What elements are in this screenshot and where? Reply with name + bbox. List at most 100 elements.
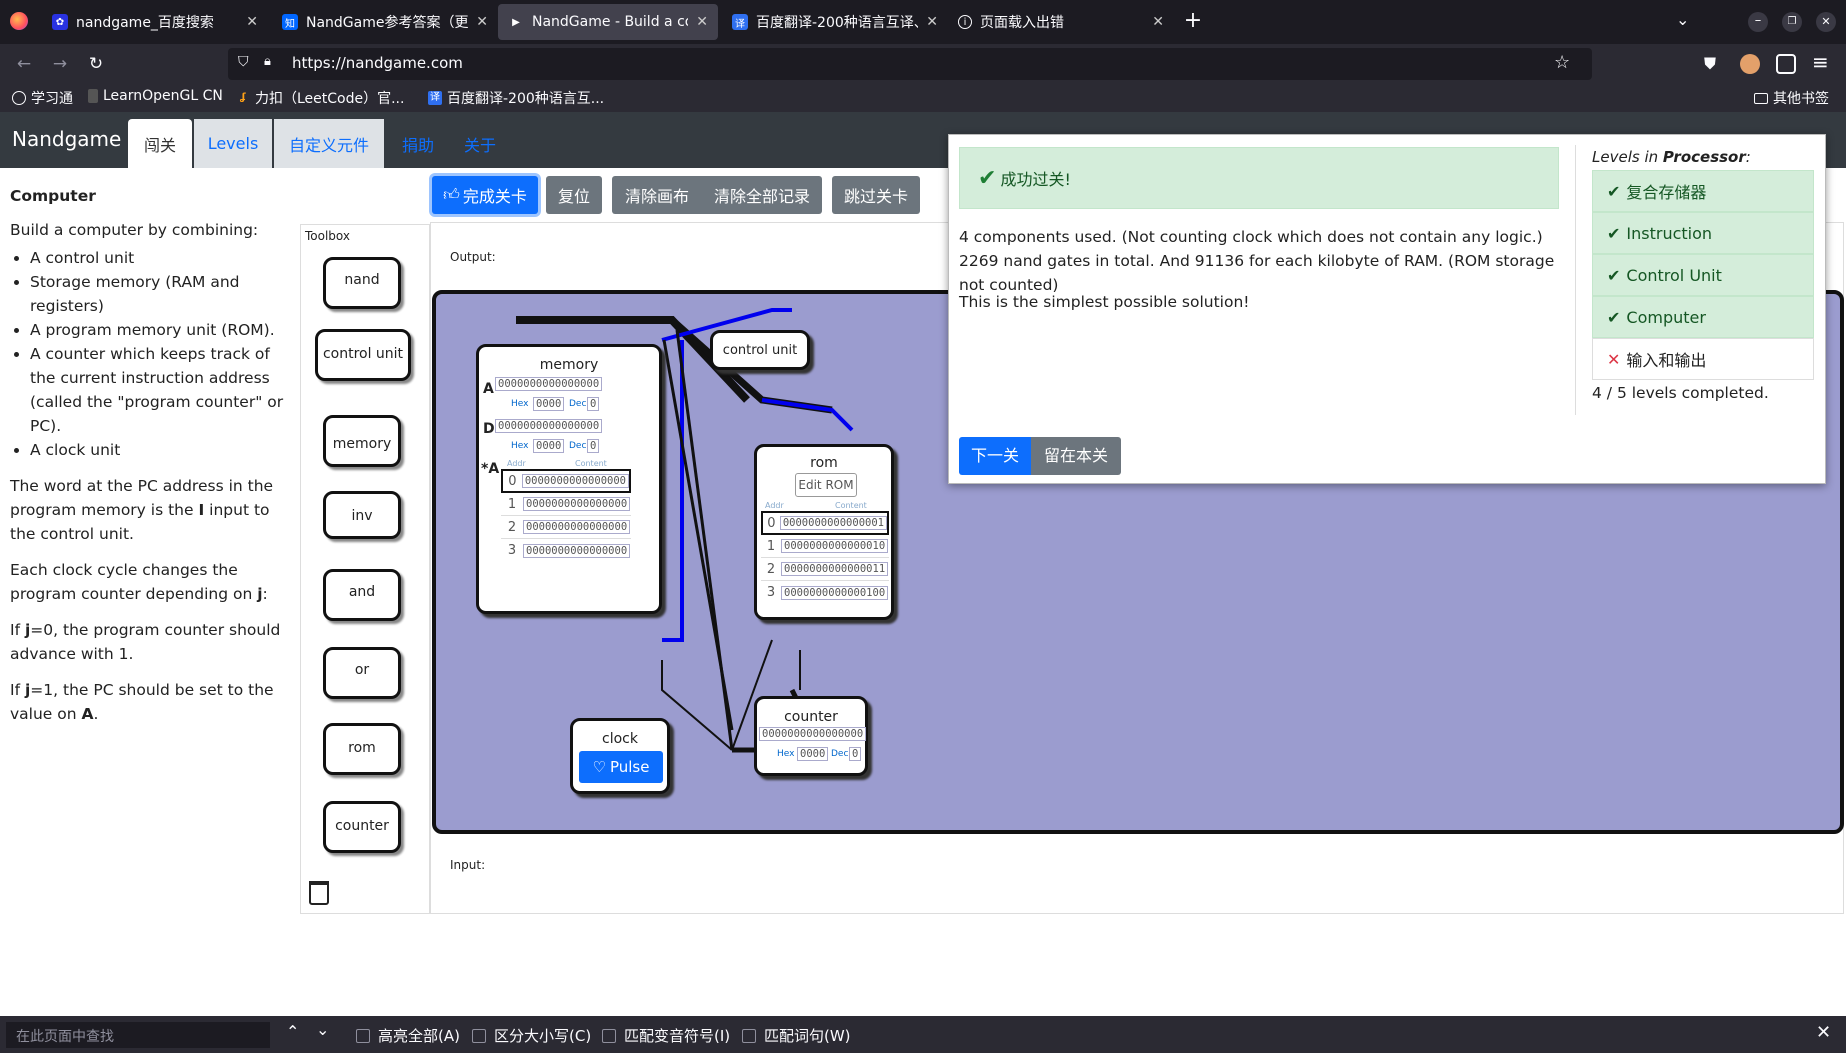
menu-icon[interactable]: ≡ [1812, 50, 1829, 74]
account-icon[interactable] [1740, 54, 1760, 74]
level-description: Computer Build a computer by combining: … [10, 184, 290, 738]
pocket-icon[interactable]: ⛊ [1704, 54, 1724, 74]
clock-component[interactable]: clock ♡ Pulse [570, 718, 670, 794]
minimize-icon[interactable]: – [1748, 12, 1768, 32]
ram-label: *A [481, 461, 500, 477]
bookmark-item[interactable]: LearnOpenGL CN [88, 88, 223, 104]
level-item[interactable]: ✕ 输入和输出 [1592, 338, 1814, 380]
toolbox-inv[interactable]: inv [323, 491, 401, 539]
close-icon[interactable]: ✕ [246, 14, 258, 30]
intro-text: Build a computer by combining: [10, 221, 259, 239]
counter-component[interactable]: counter 0000000000000000 Hex 0000 Dec 0 [754, 696, 868, 776]
stay-level-button[interactable]: 留在本关 [1031, 437, 1121, 475]
edit-rom-button[interactable]: Edit ROM [795, 473, 857, 497]
close-icon[interactable]: ✕ [696, 14, 708, 30]
url-text[interactable]: https://nandgame.com [292, 54, 463, 72]
highlight-all-checkbox[interactable]: 高亮全部(A) [356, 1025, 460, 1046]
find-input[interactable]: 在此页面中查找 [6, 1022, 270, 1048]
star-icon[interactable]: ☆ [1554, 52, 1570, 73]
bookmark-item[interactable]: ʆ 力扣（LeetCode）官... [236, 88, 404, 108]
firefox-icon[interactable] [10, 12, 28, 30]
new-tab-icon[interactable]: + [1180, 8, 1206, 34]
close-icon[interactable]: ✕ [1152, 14, 1164, 30]
pulse-button[interactable]: ♡ Pulse [579, 751, 663, 783]
paragraph: The word at the PC address in the progra… [10, 474, 290, 546]
memory-component[interactable]: memory A 0000000000000000 Hex 0000 Dec 0… [476, 344, 662, 614]
bookmark-item[interactable]: 译百度翻译-200种语言互... [428, 88, 604, 108]
toolbox-or[interactable]: or [323, 647, 401, 699]
skip-level-button[interactable]: 跳过关卡 [832, 176, 920, 214]
clear-all-button[interactable]: 清除全部记录 [702, 176, 822, 214]
toolbox-rom[interactable]: rom [323, 723, 401, 775]
hex-value: 0000 [533, 439, 565, 453]
bookmark-item[interactable]: 学习通 [12, 88, 73, 108]
chevron-down-icon[interactable]: ⌄ [1676, 10, 1689, 29]
find-previous-icon[interactable]: ⌃ [286, 1022, 299, 1041]
checkbox-label: 高亮全部(A) [378, 1027, 460, 1045]
close-findbar-icon[interactable]: ✕ [1816, 1022, 1831, 1043]
back-icon[interactable]: ← [12, 52, 36, 76]
whole-words-checkbox[interactable]: 匹配词句(W) [742, 1025, 851, 1046]
forward-icon[interactable]: → [48, 52, 72, 76]
reload-icon[interactable]: ↻ [84, 52, 108, 76]
level-item[interactable]: ✔ Computer [1592, 296, 1814, 338]
level-item[interactable]: ✔ Instruction [1592, 212, 1814, 254]
tab-3[interactable]: ▶ NandGame - Build a comp ✕ [498, 4, 718, 40]
next-level-button[interactable]: 下一关 [959, 437, 1031, 475]
tab-1[interactable]: ✿ nandgame_百度搜索 ✕ [42, 4, 268, 40]
level-item[interactable]: ✔ 复合存储器 [1592, 170, 1814, 212]
heart-icon: ♡ [592, 758, 606, 776]
nav-tab-custom-components[interactable]: 自定义元件 [274, 119, 384, 168]
checkbox-icon [472, 1029, 486, 1043]
toolbox-nand[interactable]: nand [323, 257, 401, 309]
url-bar[interactable]: ⛉ 🔒︎ https://nandgame.com ☆ [228, 48, 1592, 80]
text: =1, the PC should be set to the value on [10, 681, 274, 723]
row-addr: 2 [507, 519, 517, 535]
toolbox-and[interactable]: and [323, 569, 401, 621]
match-case-checkbox[interactable]: 区分大小写(C) [472, 1025, 591, 1046]
tab-4[interactable]: 译 百度翻译-200种语言互译、 ✕ [722, 4, 948, 40]
toolbox-counter[interactable]: counter [323, 801, 401, 853]
match-diacritics-checkbox[interactable]: 匹配变音符号(I) [602, 1025, 730, 1046]
close-icon[interactable]: ✕ [926, 14, 938, 30]
component-label: or [354, 662, 370, 678]
level-item[interactable]: ✔ Control Unit [1592, 254, 1814, 296]
toolbox-memory[interactable]: memory [323, 415, 401, 467]
nav-tab-levels[interactable]: Levels [194, 119, 272, 168]
tab-title: NandGame参考答案（更新 [306, 15, 469, 31]
component-label: and [348, 584, 376, 600]
level-name: Instruction [1626, 223, 1713, 243]
level-name: 输入和输出 [1626, 351, 1707, 370]
close-window-icon[interactable]: ✕ [1816, 12, 1836, 32]
component-label: memory [332, 436, 392, 452]
nav-tab-play[interactable]: 闯关 [128, 119, 192, 168]
component-title: control unit [722, 343, 798, 358]
control-unit-component[interactable]: control unit [710, 330, 810, 370]
level-title: Computer [10, 187, 96, 205]
table-row: 1 0000000000000010 [761, 535, 889, 558]
tab-2[interactable]: 知 NandGame参考答案（更新 ✕ [272, 4, 498, 40]
table-row: 0 0000000000000000 [501, 469, 631, 493]
trash-icon[interactable] [309, 881, 329, 905]
brand-title[interactable]: Nandgame [12, 127, 121, 151]
close-icon[interactable]: ✕ [476, 14, 488, 30]
tab-5[interactable]: i 页面载入出错 ✕ [948, 4, 1174, 40]
lock-icon[interactable]: 🔒︎ [264, 54, 271, 69]
nav-tab-about[interactable]: 关于 [454, 119, 506, 168]
nav-tab-label: 闯关 [143, 135, 176, 155]
row-value: 0000000000000011 [781, 562, 889, 576]
clear-canvas-button[interactable]: 清除画布 [612, 176, 702, 214]
shield-icon[interactable]: ⛉ [238, 54, 249, 70]
table-row: 2 0000000000000011 [761, 558, 889, 581]
reset-button[interactable]: 复位 [546, 176, 602, 214]
find-next-icon[interactable]: ⌄ [316, 1020, 329, 1039]
row-addr: 0 [508, 473, 517, 489]
find-bar: 在此页面中查找 ⌃ ⌄ 高亮全部(A) 区分大小写(C) 匹配变音符号(I) 匹… [0, 1016, 1846, 1053]
rom-component[interactable]: rom Edit ROM Addr Content 0 0000000000000… [754, 444, 894, 620]
toolbox-control-unit[interactable]: control unit [315, 329, 411, 381]
other-bookmarks[interactable]: 其他书签 [1754, 88, 1829, 108]
nav-tab-donate[interactable]: 捐助 [392, 119, 444, 168]
complete-level-button[interactable]: 👍︎ 完成关卡 [432, 176, 538, 214]
extensions-icon[interactable] [1776, 54, 1796, 74]
restore-icon[interactable]: ❐ [1782, 12, 1802, 32]
